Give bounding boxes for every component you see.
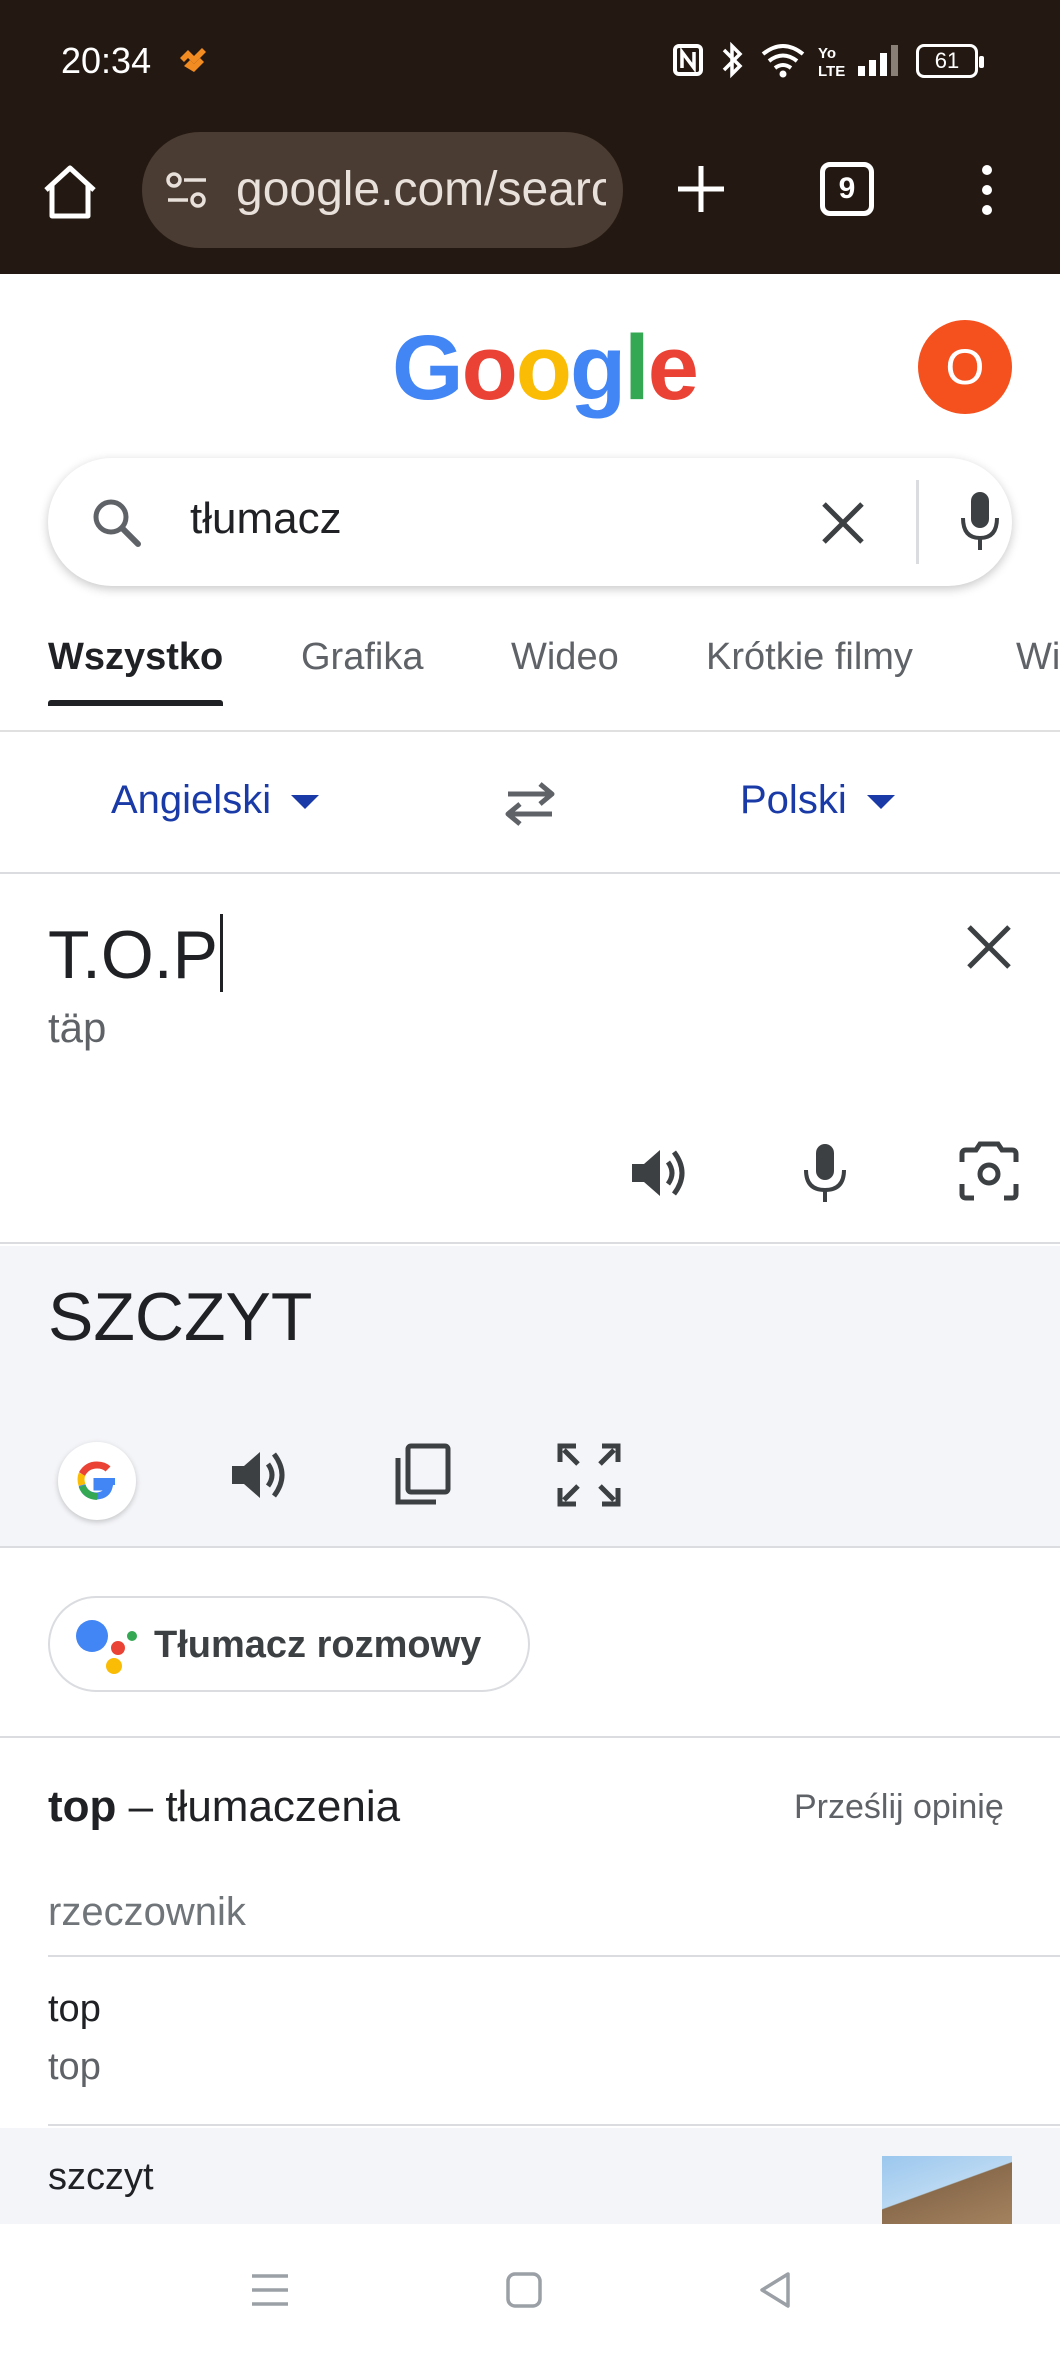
status-time: 20:34	[61, 40, 152, 81]
tab-switcher-icon[interactable]: 9	[820, 162, 874, 216]
tab-count: 9	[838, 172, 856, 205]
source-text-panel: T.O.P täp	[0, 874, 1060, 1244]
system-navigation-bar	[0, 2224, 1060, 2355]
target-language-select[interactable]: Polski	[740, 778, 895, 823]
fullscreen-icon[interactable]	[556, 1442, 622, 1508]
back-icon[interactable]	[754, 2268, 798, 2312]
source-text: T.O.P	[48, 917, 219, 993]
google-logo[interactable]: Google	[392, 316, 699, 421]
svg-text:Yo: Yo	[818, 45, 836, 62]
logo-letter: l	[624, 317, 650, 419]
url-text[interactable]: google.com/search	[236, 162, 606, 217]
nfc-icon	[673, 44, 703, 76]
source-language-label: Angielski	[111, 778, 272, 822]
address-bar[interactable]: google.com/search	[142, 132, 623, 248]
status-bar: 20:34 Yo LTE 61	[0, 0, 1060, 120]
speaker-icon[interactable]	[226, 1442, 292, 1508]
translation-panel: SZCZYT	[0, 1246, 1060, 1548]
logo-letter: G	[392, 317, 464, 419]
logo-letter: e	[647, 317, 699, 419]
copy-icon[interactable]	[390, 1442, 456, 1508]
send-feedback-link[interactable]: Prześlij opinię	[794, 1788, 1004, 1827]
chevron-down-icon	[291, 795, 320, 810]
microphone-icon[interactable]	[792, 1140, 858, 1206]
recent-apps-icon[interactable]	[248, 2268, 292, 2312]
search-divider	[916, 480, 919, 564]
text-cursor	[220, 914, 224, 992]
home-icon[interactable]	[38, 160, 102, 224]
app-notification-icon	[180, 48, 206, 72]
volte-icon: Yo LTE	[818, 45, 845, 80]
new-tab-icon[interactable]	[672, 160, 730, 218]
google-translate-link[interactable]	[58, 1442, 136, 1520]
logo-letter: o	[461, 317, 518, 419]
transliteration: täp	[48, 1004, 107, 1051]
divider	[48, 2124, 1060, 2126]
translation-text: SZCZYT	[48, 1279, 313, 1355]
search-input[interactable]: tłumacz	[190, 494, 342, 544]
search-tabs: Wszystko Grafika Wideo Krótkie filmy Wia…	[0, 622, 1060, 732]
entry-back-translation: top	[48, 2046, 101, 2088]
clear-search-icon[interactable]	[818, 498, 868, 548]
swap-languages-icon[interactable]	[500, 778, 560, 830]
entry-translation[interactable]: top	[48, 1988, 101, 2031]
language-selector-row: Angielski Polski	[0, 734, 1060, 874]
dictionary-heading: top – tłumaczenia	[48, 1782, 400, 1832]
search-icon	[93, 499, 141, 547]
svg-text:LTE: LTE	[818, 63, 845, 80]
voice-search-icon[interactable]	[960, 490, 1000, 554]
camera-icon[interactable]	[956, 1140, 1022, 1206]
battery-icon: 61	[916, 44, 984, 78]
source-text-input[interactable]: T.O.P	[48, 914, 224, 994]
tab-shorts[interactable]: Krótkie filmy	[706, 636, 913, 679]
tab-news[interactable]: Wiadomości	[1016, 636, 1060, 679]
part-of-speech: rzeczownik	[48, 1890, 246, 1934]
account-avatar[interactable]: O	[918, 320, 1012, 414]
entry-thumbnail-image[interactable]	[882, 2156, 1012, 2226]
logo-letter: o	[515, 317, 572, 419]
wifi-icon	[761, 44, 805, 78]
search-box[interactable]: tłumacz	[48, 458, 1012, 586]
more-menu-icon[interactable]	[972, 160, 1002, 220]
conversation-row: Tłumacz rozmowy	[0, 1550, 1060, 1738]
tab-images[interactable]: Grafika	[301, 636, 423, 679]
source-language-select[interactable]: Angielski	[111, 778, 320, 823]
entry-translation[interactable]: szczyt	[48, 2156, 154, 2199]
head-suffix: – tłumaczenia	[116, 1782, 401, 1831]
divider	[48, 1955, 1060, 1957]
google-g-icon	[77, 1461, 115, 1500]
target-language-label: Polski	[740, 778, 847, 822]
speaker-icon[interactable]	[626, 1140, 692, 1206]
conversation-label: Tłumacz rozmowy	[154, 1624, 482, 1666]
tab-all[interactable]: Wszystko	[48, 636, 224, 706]
bluetooth-icon	[722, 41, 743, 79]
chevron-down-icon	[866, 795, 895, 810]
tab-videos[interactable]: Wideo	[511, 636, 619, 679]
conversation-translate-button[interactable]: Tłumacz rozmowy	[48, 1596, 530, 1692]
clear-source-icon[interactable]	[964, 922, 1014, 972]
battery-level: 61	[934, 48, 960, 73]
head-word: top	[48, 1782, 117, 1831]
signal-icon	[858, 45, 898, 76]
browser-chrome: 20:34 Yo LTE 61 google.com/search 9	[0, 0, 1060, 274]
logo-letter: g	[569, 317, 626, 419]
assistant-icon	[76, 1620, 137, 1674]
home-nav-icon[interactable]	[502, 2268, 546, 2312]
site-settings-icon[interactable]	[164, 170, 210, 210]
